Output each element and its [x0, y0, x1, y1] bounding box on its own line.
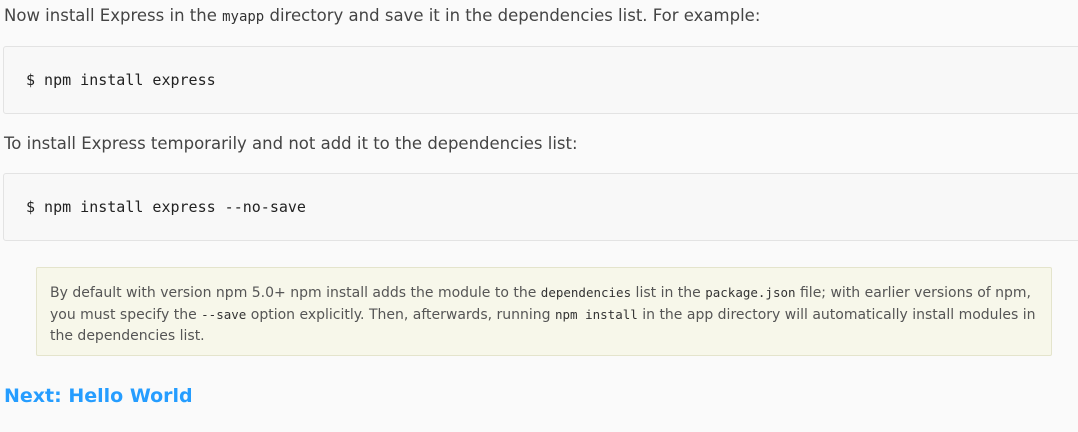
- install-no-save-command: $ npm install express --no-save: [26, 198, 306, 216]
- note-text-2: list in the: [631, 285, 706, 301]
- note-code-dependencies: dependencies: [540, 285, 632, 300]
- temp-install-paragraph: To install Express temporarily and not a…: [4, 134, 578, 153]
- note-code-package-json: package.json: [705, 285, 796, 300]
- install-command: $ npm install express: [26, 71, 216, 89]
- note-text-4: option explicitly. Then, afterwards, run…: [246, 307, 555, 323]
- note-text-1: By default with version npm 5.0+ npm ins…: [50, 285, 541, 301]
- code-block-install-no-save: $ npm install express --no-save: [3, 173, 1078, 241]
- next-hello-world-link[interactable]: Next: Hello World: [4, 385, 193, 407]
- intro-code-myapp: myapp: [222, 9, 265, 25]
- intro-text-before: Now install Express in the: [4, 6, 223, 25]
- intro-paragraph: Now install Express in the myapp directo…: [4, 5, 760, 28]
- note-code-save: --save: [201, 307, 247, 322]
- code-block-install: $ npm install express: [3, 46, 1078, 114]
- intro-text-after: directory and save it in the dependencie…: [264, 6, 761, 25]
- note-box: By default with version npm 5.0+ npm ins…: [36, 267, 1052, 356]
- note-code-npm-install: npm install: [554, 307, 638, 322]
